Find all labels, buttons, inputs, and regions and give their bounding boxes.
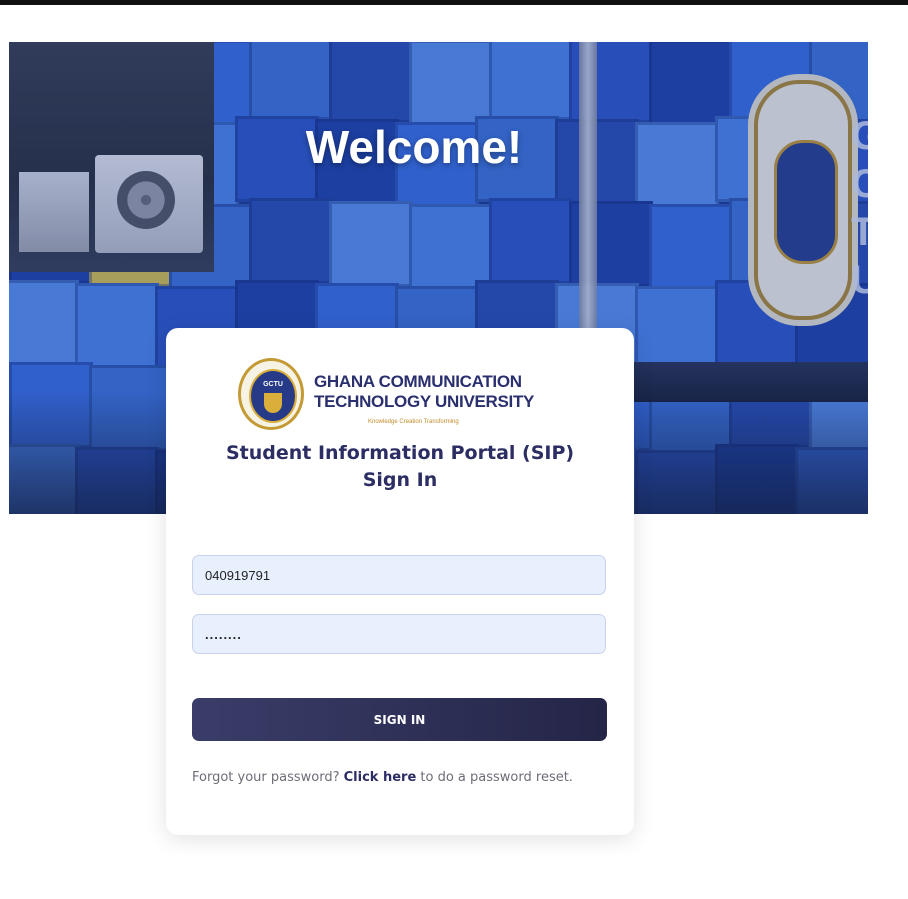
page-title: Student Information Portal (SIP) Sign In <box>166 440 634 494</box>
forgot-password-text: Forgot your password? Click here to do a… <box>192 768 612 788</box>
username-input[interactable] <box>192 555 606 595</box>
login-card: GCTU GHANA COMMUNICATION TECHNOLOGY UNIV… <box>166 328 634 835</box>
password-reset-link[interactable]: Click here <box>344 770 417 785</box>
university-motto: Knowledge Creation Transforming <box>368 419 459 425</box>
password-input[interactable] <box>192 614 606 654</box>
portal-title-line2: Sign In <box>362 469 438 491</box>
forgot-prefix: Forgot your password? <box>192 770 344 785</box>
university-name: GHANA COMMUNICATION TECHNOLOGY UNIVERSIT… <box>314 372 534 412</box>
sign-in-button[interactable]: SIGN IN <box>192 698 607 741</box>
seal-label: GCTU <box>263 381 283 388</box>
university-seal-icon: GCTU <box>238 358 304 430</box>
university-name-line2: TECHNOLOGY UNIVERSITY <box>314 392 535 411</box>
university-name-line1: GHANA COMMUNICATION <box>314 372 522 391</box>
portal-title-line1: Student Information Portal (SIP) <box>225 442 575 464</box>
top-border <box>0 0 908 5</box>
forgot-suffix: to do a password reset. <box>416 770 573 785</box>
seal-shield-icon <box>264 393 282 413</box>
university-logo: GCTU GHANA COMMUNICATION TECHNOLOGY UNIV… <box>238 358 538 432</box>
welcome-heading: Welcome! <box>305 121 523 173</box>
seal-inner: GCTU <box>249 369 297 423</box>
